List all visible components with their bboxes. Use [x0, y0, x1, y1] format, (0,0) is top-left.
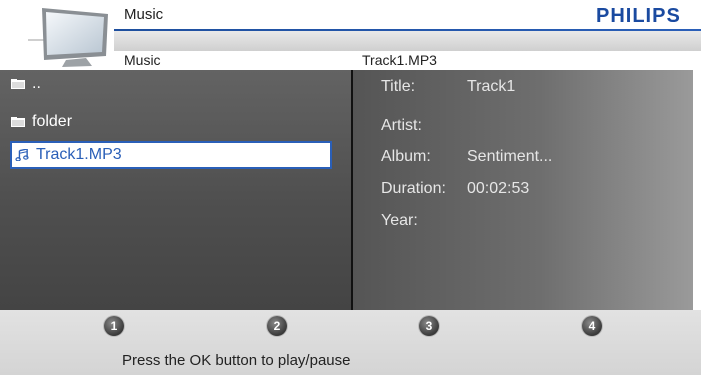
title-label: Title:: [381, 78, 416, 95]
list-item-track1[interactable]: Track1.MP3: [10, 141, 332, 169]
album-label: Album:: [381, 148, 431, 165]
header-bar: Music PHILIPS: [0, 0, 701, 70]
duration-label: Duration:: [381, 180, 446, 197]
list-item-label: Track1.MP3: [36, 146, 122, 163]
color-button-1[interactable]: 1: [104, 316, 124, 336]
list-item-folder[interactable]: folder: [10, 110, 72, 134]
music-note-icon: [15, 149, 29, 161]
list-item-parent-folder[interactable]: ..: [10, 72, 41, 96]
subheader-bar: [114, 31, 701, 51]
header-title: Music: [124, 6, 164, 23]
tv-icon: [28, 8, 108, 67]
status-hint: Press the OK button to play/pause: [122, 352, 351, 369]
folder-icon: [11, 117, 25, 127]
brand-logo: PHILIPS: [596, 5, 681, 27]
title-value: Track1: [467, 78, 516, 95]
breadcrumb: Music: [124, 52, 161, 68]
list-item-label: ..: [32, 75, 41, 92]
file-browser-panel: [0, 70, 351, 310]
current-file-name: Track1.MP3: [362, 52, 437, 68]
list-item-label: folder: [32, 113, 73, 130]
album-value: Sentiment...: [467, 148, 553, 165]
artist-label: Artist:: [381, 117, 422, 134]
year-label: Year:: [381, 212, 418, 229]
color-button-3[interactable]: 3: [419, 316, 439, 336]
duration-value: 00:02:53: [467, 180, 530, 197]
folder-icon: [11, 79, 25, 89]
color-button-4[interactable]: 4: [582, 316, 602, 336]
color-button-2[interactable]: 2: [267, 316, 287, 336]
